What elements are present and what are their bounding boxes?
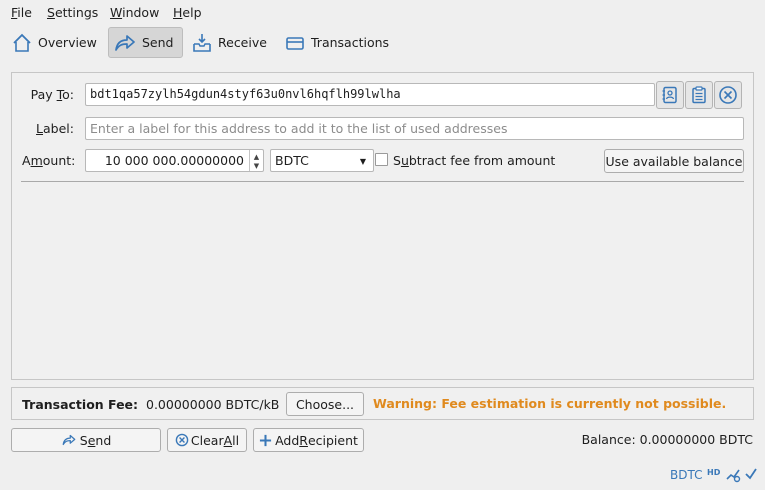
tab-overview-label: Overview bbox=[38, 35, 97, 50]
toolbar: Overview Send Receive Transactions bbox=[0, 25, 765, 62]
label-field-label-mnemonic: L bbox=[36, 121, 44, 136]
chevron-down-icon: ▼ bbox=[359, 157, 366, 166]
pay-to-input[interactable]: bdt1qa57zylh54gdun4styf63u0nvl6hqflh99lw… bbox=[85, 83, 655, 106]
checkmark-icon bbox=[745, 468, 757, 480]
spin-up-icon[interactable]: ▲ bbox=[254, 153, 259, 162]
pay-to-label-text: Pay bbox=[30, 87, 57, 102]
home-icon bbox=[13, 33, 31, 52]
add-recipient-label-prefix: Add bbox=[275, 432, 300, 448]
status-unit[interactable]: BDTC bbox=[670, 468, 702, 482]
address-book-icon bbox=[662, 86, 677, 104]
add-recipient-mnemonic: R bbox=[299, 432, 308, 448]
fee-warning: Warning: Fee estimation is currently not… bbox=[373, 396, 727, 411]
amount-spinner[interactable]: ▲ ▼ bbox=[249, 150, 263, 171]
subtract-fee-label[interactable]: Subtract fee from amount bbox=[393, 153, 555, 168]
label-field-label-text: abel: bbox=[43, 121, 74, 136]
menu-help-mnemonic: H bbox=[173, 5, 183, 20]
paste-button[interactable] bbox=[685, 81, 713, 109]
plus-icon bbox=[259, 434, 272, 446]
label-field-label: Label: bbox=[22, 121, 74, 136]
send-entry-panel: Pay To: bdt1qa57zylh54gdun4styf63u0nvl6h… bbox=[11, 72, 754, 380]
fee-panel: Transaction Fee: 0.00000000 BDTC/kB Choo… bbox=[11, 387, 754, 420]
add-recipient-label-suffix: ecipient bbox=[307, 432, 358, 448]
menu-settings-mnemonic: S bbox=[47, 5, 55, 20]
menu-file[interactable]: File bbox=[11, 5, 32, 20]
subtract-fee-label-text: btract fee from amount bbox=[408, 153, 556, 168]
tab-send-label: Send bbox=[142, 35, 174, 50]
send-button-label-prefix: S bbox=[79, 432, 88, 448]
status-bar: BDTC HD bbox=[0, 462, 765, 490]
send-arrow-icon bbox=[62, 434, 76, 446]
add-recipient-button[interactable]: Add Recipient bbox=[253, 428, 364, 452]
send-button-mnemonic: e bbox=[87, 432, 96, 448]
amount-label-prefix: A bbox=[22, 153, 31, 168]
entry-divider bbox=[21, 181, 744, 182]
menu-settings-label: ettings bbox=[54, 5, 99, 20]
menu-window-label: indow bbox=[122, 5, 160, 20]
amount-label-suffix: ount: bbox=[42, 153, 76, 168]
credit-card-icon bbox=[286, 36, 304, 50]
pay-to-label: Pay To: bbox=[22, 87, 74, 102]
menu-bar: File Settings Window Help bbox=[0, 0, 765, 25]
clipboard-icon bbox=[692, 86, 706, 104]
menu-help-label: elp bbox=[182, 5, 202, 20]
clear-all-mnemonic: A bbox=[223, 432, 233, 448]
tab-send[interactable]: Send bbox=[108, 27, 183, 58]
amount-label: Amount: bbox=[22, 153, 76, 168]
remove-entry-button[interactable] bbox=[714, 81, 742, 109]
menu-window-mnemonic: W bbox=[110, 5, 123, 20]
unit-select[interactable]: BDTC ▼ bbox=[270, 149, 374, 172]
hd-wallet-indicator: HD bbox=[707, 468, 721, 477]
unit-select-value: BDTC bbox=[275, 153, 309, 168]
close-circle-icon bbox=[175, 433, 189, 447]
menu-settings[interactable]: Settings bbox=[47, 5, 98, 20]
pay-to-label-suffix: o: bbox=[62, 87, 74, 102]
address-book-button[interactable] bbox=[656, 81, 684, 109]
use-available-balance-button[interactable]: Use available balance bbox=[604, 149, 744, 173]
send-arrow-icon bbox=[115, 34, 135, 51]
transaction-fee-value: 0.00000000 BDTC/kB bbox=[146, 397, 280, 412]
tab-transactions-label: Transactions bbox=[311, 35, 390, 50]
send-button[interactable]: Se nd bbox=[11, 428, 161, 452]
amount-value: 10 000 000.00000000 bbox=[104, 153, 244, 168]
menu-help[interactable]: Help bbox=[173, 5, 202, 20]
tab-transactions[interactable]: Transactions bbox=[279, 27, 396, 58]
choose-fee-button[interactable]: Choose... bbox=[286, 392, 364, 416]
clear-all-label-suffix: ll bbox=[232, 432, 240, 448]
clear-all-label-prefix: Clear bbox=[190, 432, 224, 448]
tab-receive[interactable]: Receive bbox=[186, 27, 274, 58]
amount-label-mnemonic: m bbox=[30, 153, 43, 168]
clear-all-button[interactable]: Clear All bbox=[167, 428, 247, 452]
menu-window[interactable]: Window bbox=[110, 5, 159, 20]
balance-label: Balance: 0.00000000 BDTC bbox=[581, 432, 753, 447]
tab-receive-label: Receive bbox=[218, 35, 267, 50]
menu-file-label: ile bbox=[17, 5, 32, 20]
amount-input[interactable]: 10 000 000.00000000 ▲ ▼ bbox=[85, 149, 264, 172]
subtract-fee-label-prefix: S bbox=[393, 153, 401, 168]
label-input[interactable]: Enter a label for this address to add it… bbox=[85, 117, 744, 140]
spin-down-icon[interactable]: ▼ bbox=[254, 162, 259, 171]
network-activity-icon bbox=[726, 469, 741, 483]
close-circle-icon bbox=[719, 86, 737, 104]
subtract-fee-checkbox[interactable] bbox=[375, 153, 388, 166]
send-button-label-suffix: nd bbox=[95, 432, 112, 448]
tab-overview[interactable]: Overview bbox=[6, 27, 104, 58]
transaction-fee-label: Transaction Fee: bbox=[22, 397, 139, 412]
receive-tray-icon bbox=[193, 33, 211, 52]
subtract-fee-label-mnemonic: u bbox=[400, 153, 409, 168]
